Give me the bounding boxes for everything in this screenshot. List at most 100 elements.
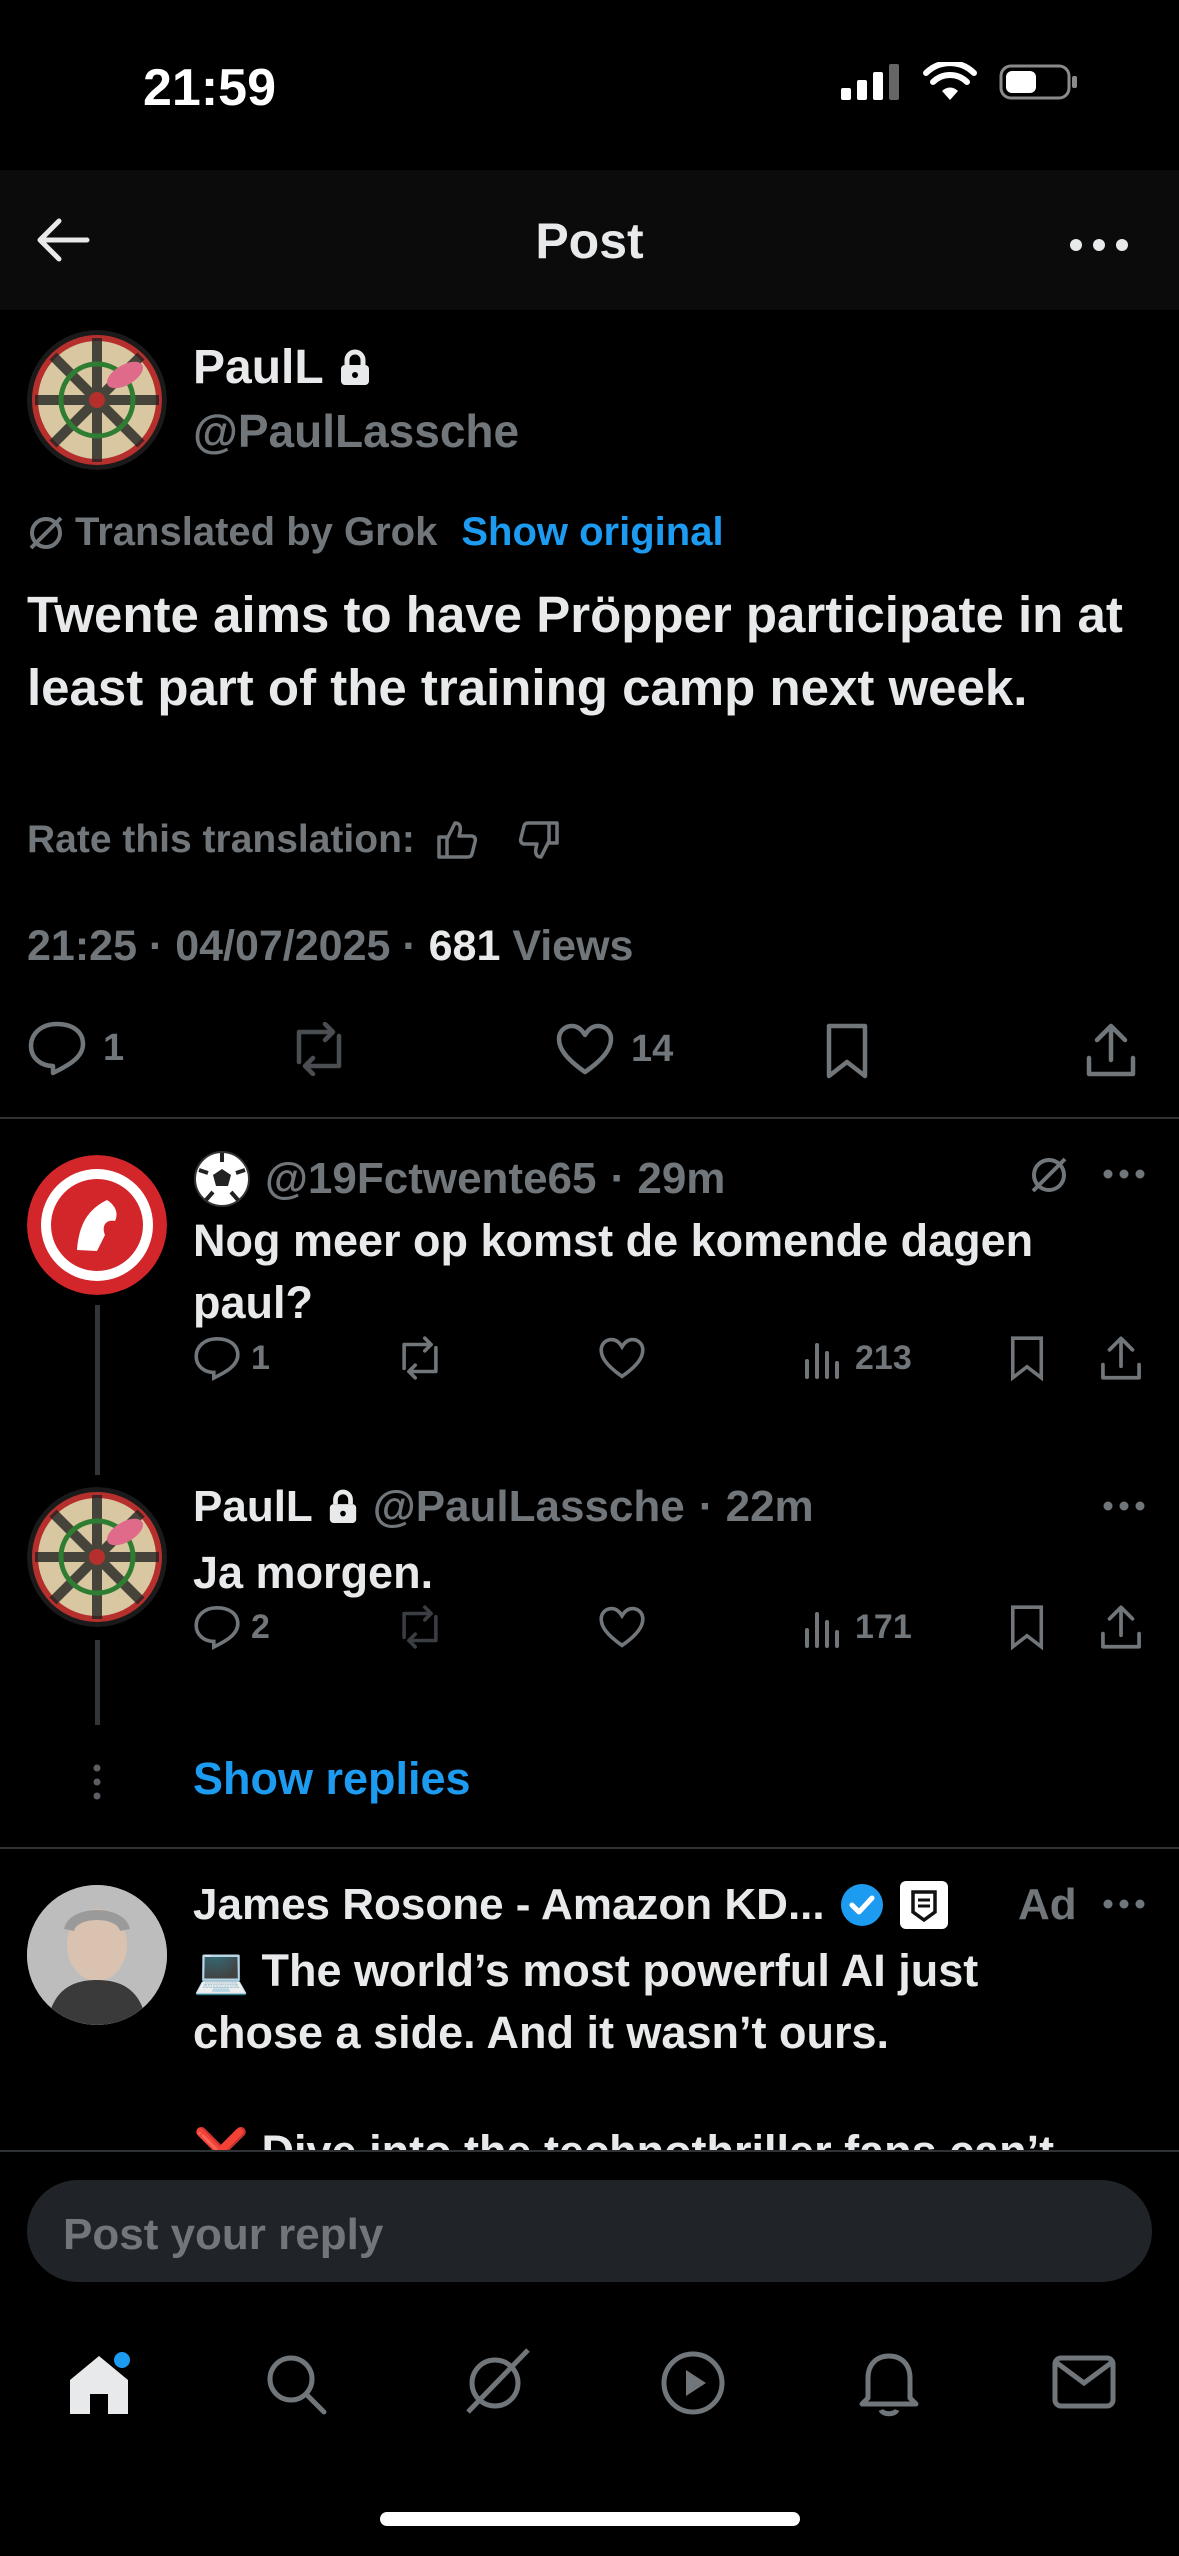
reply-reply-action[interactable]: 1 [193, 1335, 270, 1381]
reply-avatar[interactable] [27, 1155, 167, 1295]
repost-icon[interactable] [393, 1336, 447, 1380]
grok-translate-icon[interactable] [1028, 1154, 1070, 1196]
reply-handle[interactable]: @19Fctwente65 [265, 1154, 596, 1204]
author-name-text: PaulL [193, 341, 324, 394]
author-avatar[interactable] [27, 330, 167, 470]
status-icons [841, 62, 1079, 102]
status-time: 21:59 [143, 59, 276, 117]
nav-messages[interactable] [1052, 2355, 1116, 2414]
ad-label: Ad [1018, 1880, 1077, 1929]
ad-header: James Rosone - Amazon KD... [193, 1880, 949, 1930]
show-replies-link[interactable]: Show replies [193, 1753, 471, 1805]
like-action[interactable]: 14 [555, 1022, 673, 1076]
reply-time: · 29m [610, 1154, 726, 1203]
share-icon[interactable] [1098, 1604, 1144, 1650]
show-original-link[interactable]: Show original [461, 510, 723, 555]
share-icon [1086, 1023, 1136, 1077]
views-label: Views [500, 922, 634, 970]
nav-search[interactable] [264, 2352, 328, 2421]
thumbs-up-icon[interactable] [435, 819, 479, 861]
lock-icon [329, 1489, 356, 1523]
author-name[interactable]: PaulL [193, 340, 372, 395]
translation-row: Translated by Grok Show original [27, 510, 724, 555]
reply-views-count: 171 [855, 1607, 912, 1646]
play-icon [661, 2351, 725, 2415]
nav-notifications[interactable] [858, 2348, 920, 2423]
thread-line [95, 1640, 100, 1725]
ad-text: 💻 The world’s most powerful AI just chos… [193, 1945, 979, 2058]
reply-reply-action[interactable]: 2 [193, 1604, 270, 1650]
reply-header: @19Fctwente65 · 29m [193, 1150, 725, 1208]
reply-icon [28, 1021, 86, 1076]
bookmark-icon[interactable] [1008, 1334, 1046, 1382]
more-options-button[interactable] [1059, 210, 1139, 280]
reply-input-placeholder: Post your reply [63, 2210, 384, 2259]
battery-icon [999, 64, 1077, 100]
reply-views-action[interactable]: 171 [803, 1606, 912, 1648]
page-title: Post [535, 213, 644, 269]
ad-author-name[interactable]: James Rosone - Amazon KD... [193, 1880, 825, 1930]
nav-home[interactable] [66, 2352, 132, 2423]
reply-avatar[interactable] [27, 1487, 167, 1627]
search-icon [267, 2355, 327, 2415]
reply-icon [194, 1336, 240, 1381]
nav-video[interactable] [660, 2350, 726, 2421]
bookmark-action[interactable] [823, 1022, 871, 1085]
reply-header: PaulL @PaulLassche · 22m [193, 1482, 814, 1532]
reply-handle[interactable]: @PaulLassche [373, 1482, 685, 1532]
like-count: 14 [631, 1027, 674, 1070]
repost-icon[interactable] [393, 1605, 447, 1649]
signal-icon [841, 64, 899, 100]
vertical-dots-icon [93, 1764, 101, 1800]
lock-icon [340, 349, 369, 385]
bookmark-icon[interactable] [1008, 1603, 1046, 1651]
reply-views-action[interactable]: 213 [803, 1337, 912, 1379]
reply-views-count: 213 [855, 1338, 912, 1377]
soccer-ball-icon [194, 1151, 250, 1207]
reply-author-name[interactable]: PaulL [193, 1482, 313, 1532]
heart-icon[interactable] [598, 1605, 646, 1649]
ad-more-icon[interactable] [1103, 1898, 1145, 1910]
reply-more-icon[interactable] [1103, 1500, 1145, 1512]
heart-icon [556, 1023, 614, 1075]
thread-line [95, 1305, 100, 1475]
mail-icon [1052, 2355, 1116, 2409]
reply-action[interactable]: 1 [27, 1020, 124, 1076]
grok-icon [29, 516, 63, 549]
home-indicator [380, 2512, 800, 2526]
repost-icon [296, 1021, 342, 1077]
verified-badge-icon [840, 1884, 883, 1926]
wifi-icon [923, 62, 977, 100]
reply-icon [194, 1605, 240, 1650]
post-timestamp: 21:25 · 04/07/2025 · [27, 922, 429, 970]
rate-label: Rate this translation: [27, 818, 415, 861]
grok-icon [466, 2348, 530, 2414]
affiliate-badge-icon [899, 1881, 948, 1929]
nav-grok[interactable] [460, 2344, 534, 2423]
post-meta: 21:25 · 04/07/2025 · 681 Views [27, 922, 633, 971]
ad-avatar[interactable] [27, 1885, 167, 2025]
bell-icon [859, 2353, 919, 2417]
heart-icon[interactable] [598, 1336, 646, 1380]
share-icon[interactable] [1098, 1335, 1144, 1381]
reply-text: Ja morgen. [193, 1547, 434, 1598]
reply-count: 1 [103, 1026, 125, 1069]
bookmark-icon [826, 1023, 868, 1079]
reply-more-icon[interactable] [1103, 1168, 1145, 1180]
views-count: 681 [428, 922, 501, 970]
reply-time: · 22m [698, 1482, 814, 1531]
translated-label: Translated by Grok [75, 510, 438, 554]
reply-reply-count: 2 [251, 1607, 270, 1646]
ellipsis-icon [1070, 239, 1128, 251]
divider [0, 1117, 1179, 1119]
analytics-icon [805, 1612, 839, 1648]
analytics-icon [805, 1343, 839, 1379]
share-action[interactable] [1083, 1022, 1139, 1083]
thumbs-down-icon[interactable] [517, 819, 561, 861]
author-handle[interactable]: @PaulLassche [193, 404, 519, 458]
home-icon [70, 2352, 130, 2414]
repost-action[interactable] [285, 1021, 353, 1081]
divider [0, 1847, 1179, 1849]
rate-translation-row: Rate this translation: [27, 818, 561, 862]
reply-text: Nog meer op komst de komende dagen paul? [193, 1215, 1034, 1328]
